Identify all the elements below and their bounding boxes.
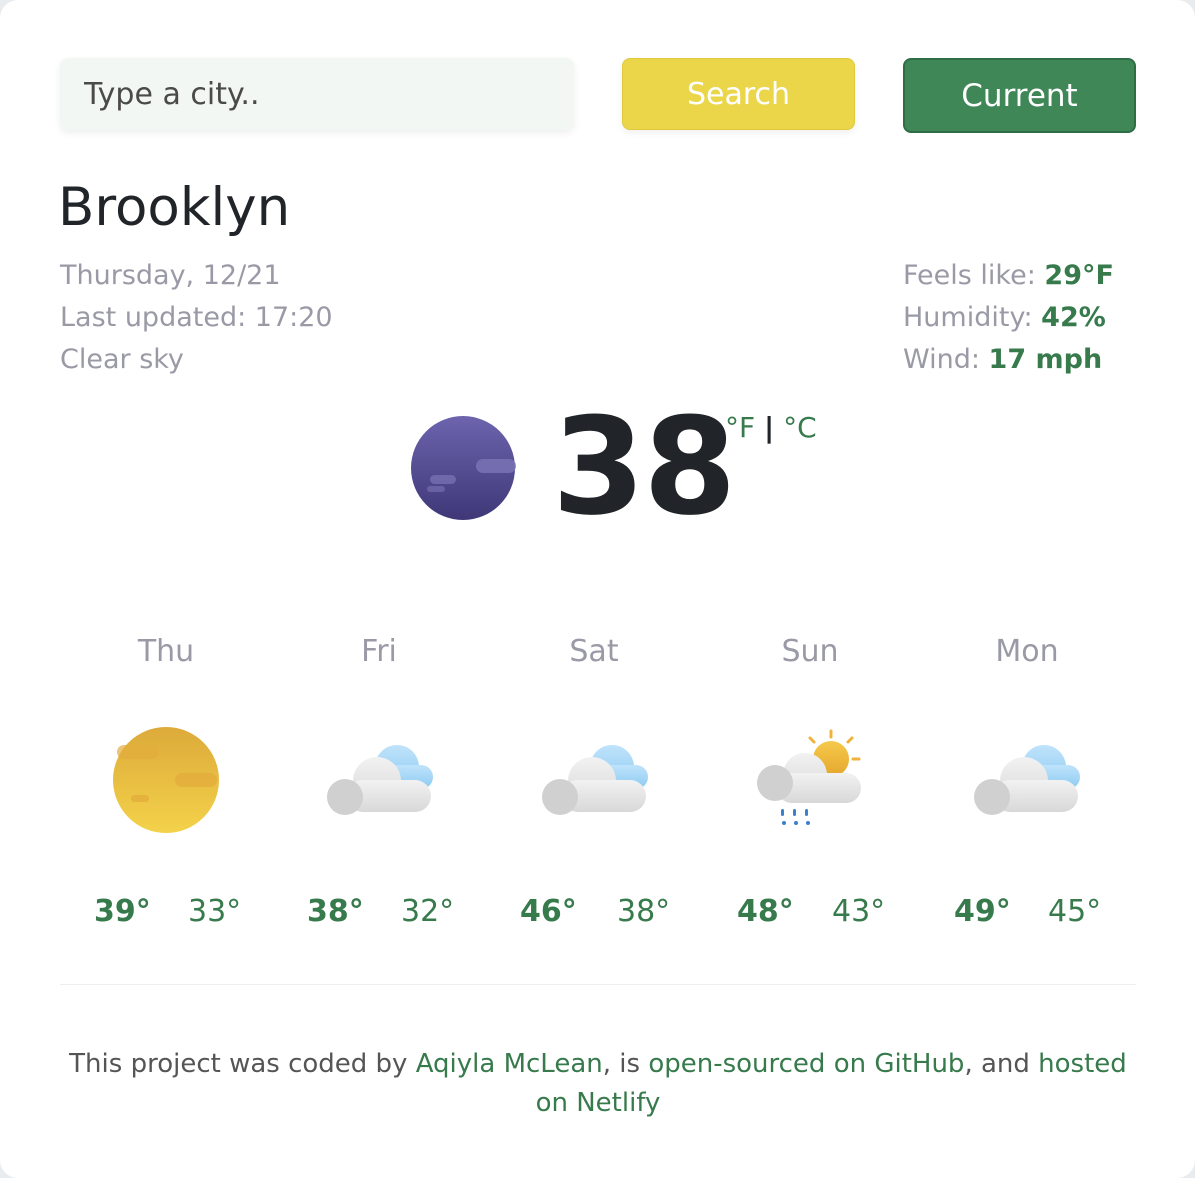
cloudy-icon [542,745,648,815]
clear-night-icon [411,416,516,520]
forecast-day: Fri [361,634,397,669]
forecast-min-temp: 38° [617,894,671,929]
weather-card: Search Current Brooklyn Thursday, 12/21 … [0,0,1195,1178]
sun-icon [113,727,219,833]
humidity-label: Humidity: [903,302,1033,333]
city-search-input[interactable] [60,58,574,130]
last-updated-text: Last updated: 17:20 [60,302,333,333]
fahrenheit-link[interactable]: °F [725,411,755,444]
rain-sun-cloud-icon [757,729,861,825]
city-name: Brooklyn [58,177,291,238]
footer-text: , and [964,1049,1039,1079]
weather-meta: Thursday, 12/21 Last updated: 17:20 Clea… [60,255,333,381]
feels-like-row: Feels like: 29°F [903,255,1114,297]
footer-text: This project was coded by [69,1049,416,1079]
forecast-day: Thu [137,634,195,669]
wind-row: Wind: 17 mph [903,339,1114,381]
weather-details: Feels like: 29°F Humidity: 42% Wind: 17 … [903,255,1114,381]
forecast-min-temp: 43° [832,894,886,929]
author-link[interactable]: Aqiyla McLean [416,1049,603,1079]
forecast-min-temp: 45° [1048,894,1102,929]
search-button[interactable]: Search [622,58,855,130]
forecast-max-temp: 48° [737,894,794,929]
forecast-min-temp: 33° [188,894,242,929]
condition-text: Clear sky [60,344,184,375]
unit-separator: | [764,411,775,444]
unit-toggle: °F | °C [725,410,817,446]
wind-value: 17 mph [988,344,1103,375]
humidity-value: 42% [1041,302,1106,333]
forecast-max-temp: 49° [954,894,1011,929]
feels-like-value: 29°F [1044,260,1114,291]
current-temperature: 38 [552,389,736,545]
github-link[interactable]: open-sourced on GitHub [648,1049,964,1079]
forecast-day: Sat [569,634,619,669]
wind-label: Wind: [903,344,980,375]
date-text: Thursday, 12/21 [60,260,281,291]
forecast-day: Sun [781,634,839,669]
humidity-row: Humidity: 42% [903,297,1114,339]
forecast-min-temp: 32° [401,894,455,929]
forecast-max-temp: 39° [94,894,151,929]
feels-like-label: Feels like: [903,260,1036,291]
footer-text: , is [602,1049,649,1079]
divider [60,984,1136,985]
current-location-button[interactable]: Current [903,58,1136,133]
footer: This project was coded by Aqiyla McLean,… [60,1045,1136,1123]
forecast-max-temp: 46° [520,894,577,929]
forecast-day: Mon [995,634,1059,669]
cloudy-icon [974,745,1080,815]
cloudy-icon [327,745,433,815]
forecast-max-temp: 38° [307,894,364,929]
celsius-link[interactable]: °C [783,411,817,444]
